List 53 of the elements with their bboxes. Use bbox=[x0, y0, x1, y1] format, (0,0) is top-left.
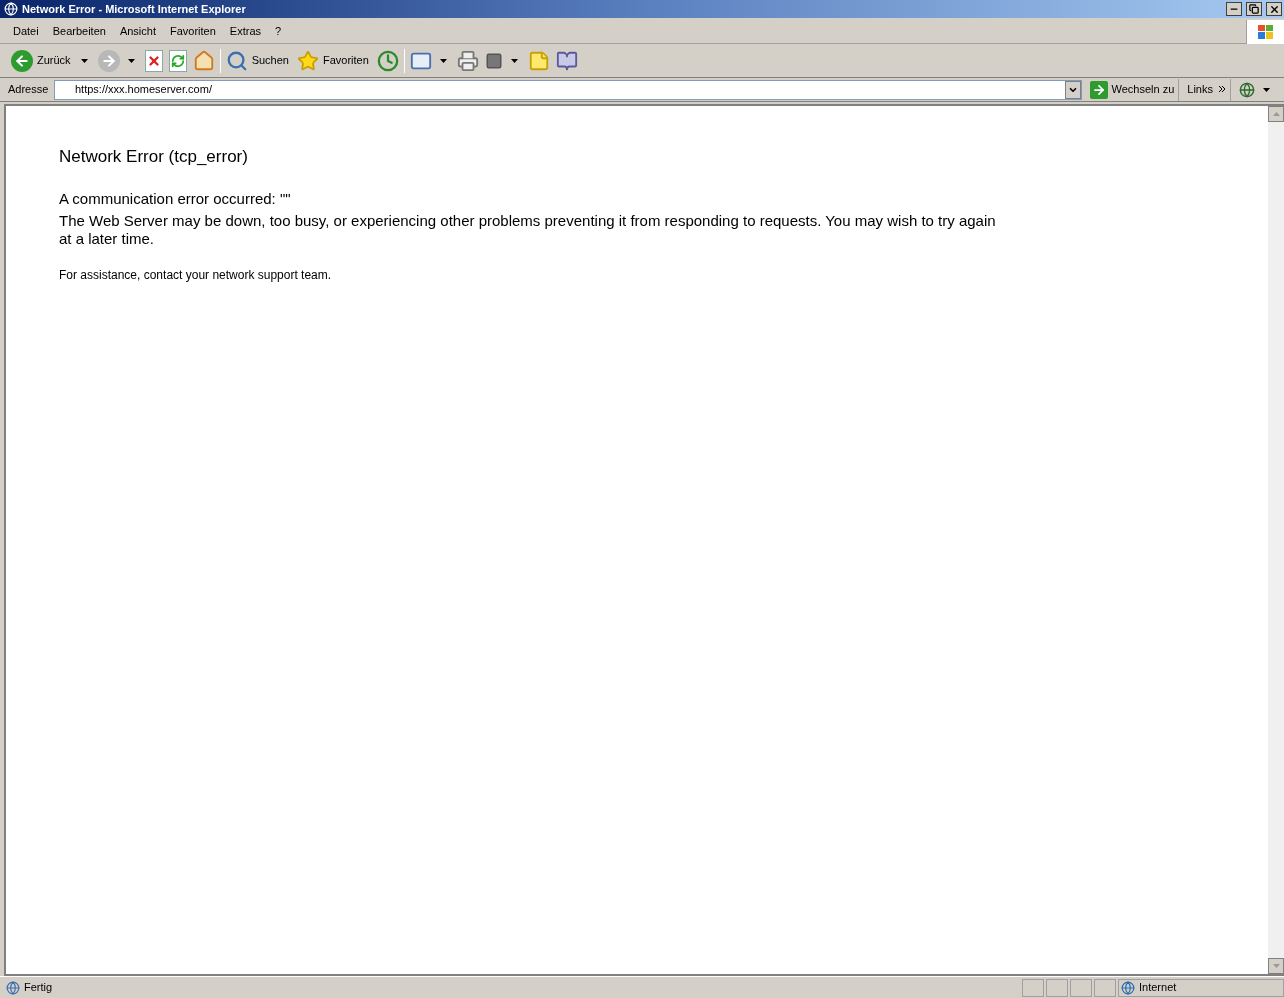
restore-icon bbox=[1249, 4, 1259, 14]
globe-icon bbox=[1239, 81, 1255, 98]
minimize-button[interactable] bbox=[1226, 2, 1242, 16]
page-icon bbox=[6, 980, 20, 995]
star-icon bbox=[296, 49, 319, 72]
close-button[interactable] bbox=[1266, 2, 1282, 16]
scrollbar[interactable] bbox=[1268, 106, 1284, 974]
caret-icon[interactable] bbox=[1263, 87, 1270, 92]
note-icon bbox=[527, 49, 550, 72]
go-button[interactable]: Wechseln zu bbox=[1085, 78, 1180, 101]
menu-item[interactable]: Ansicht bbox=[112, 23, 163, 40]
status-pane bbox=[1046, 978, 1068, 997]
security-zone: Internet bbox=[1139, 980, 1177, 996]
menu-item[interactable]: Favoriten bbox=[163, 23, 223, 40]
back-icon bbox=[11, 49, 33, 72]
status-pane bbox=[1070, 978, 1092, 997]
close-icon bbox=[1268, 3, 1280, 15]
history-icon bbox=[376, 49, 399, 72]
error-message: The Web Server may be down, too busy, or experiencing other problems preventing it from responding to requests. You may wish to try again at a later time. bbox=[59, 211, 997, 248]
status-pane bbox=[1022, 978, 1044, 997]
error-heading: Network Error (tcp_error) bbox=[59, 146, 249, 168]
menu-item[interactable]: ? bbox=[268, 23, 289, 40]
menu-item[interactable]: Datei bbox=[6, 23, 46, 40]
error-message: A communication error occurred: "" bbox=[59, 189, 292, 208]
caret-icon[interactable] bbox=[127, 58, 135, 63]
home-icon bbox=[192, 49, 215, 72]
caret-icon[interactable] bbox=[510, 58, 518, 63]
up-arrow-icon bbox=[1272, 112, 1280, 116]
search-button[interactable]: Suchen bbox=[222, 46, 294, 75]
menu-item[interactable]: Extras bbox=[222, 23, 269, 40]
globe-icon bbox=[1121, 980, 1135, 995]
assistance-note: For assistance, contact your network support team. bbox=[59, 266, 333, 284]
stop-icon bbox=[144, 49, 163, 72]
printer-icon bbox=[456, 49, 479, 72]
links-button[interactable]: Links bbox=[1183, 78, 1231, 101]
window-title: Network Error - Microsoft Internet Explorer bbox=[22, 1, 247, 17]
address-field[interactable]: https://xxx.homeserver.com/ bbox=[54, 79, 1082, 100]
forward-icon bbox=[97, 49, 120, 72]
research-icon bbox=[555, 49, 578, 72]
refresh-icon bbox=[168, 49, 187, 72]
caret-icon[interactable] bbox=[80, 58, 88, 63]
address-label: Adresse bbox=[8, 82, 50, 98]
down-arrow-icon bbox=[1272, 964, 1280, 968]
favorites-button[interactable]: Favoriten bbox=[293, 46, 374, 75]
chevrons-icon bbox=[1219, 86, 1226, 93]
restore-button[interactable] bbox=[1246, 2, 1262, 16]
caret-icon[interactable] bbox=[439, 58, 447, 63]
dropdown-button[interactable] bbox=[1064, 80, 1081, 99]
status-pane bbox=[1094, 978, 1116, 997]
menu-item[interactable]: Bearbeiten bbox=[45, 23, 113, 40]
search-icon bbox=[225, 49, 248, 72]
status-text: Fertig bbox=[23, 980, 54, 996]
back-button[interactable]: Zurück bbox=[8, 46, 95, 75]
